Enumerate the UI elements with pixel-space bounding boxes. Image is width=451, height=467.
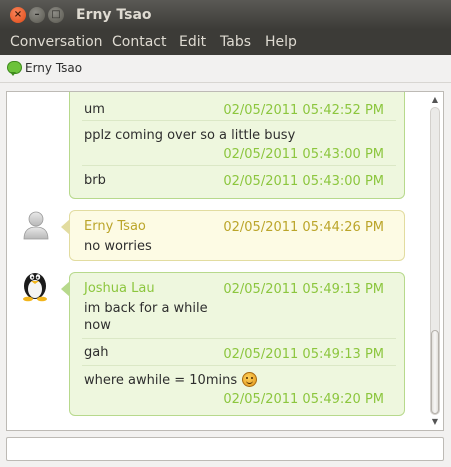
message-with-emoji: where awhile = 10mins [84,372,258,388]
menu-conversation[interactable]: Conversation [10,34,103,50]
menu-edit[interactable]: Edit [179,34,206,50]
message-text: no worries [84,239,152,254]
message-timestamp: 02/05/2011 05:42:52 PM [223,103,384,118]
message-divider [82,120,396,121]
message-input[interactable] [6,437,444,461]
message-text: where awhile = 10mins [84,373,238,388]
message-timestamp: 02/05/2011 05:49:13 PM [223,347,384,362]
maximize-window-button[interactable]: □ [48,7,64,23]
message-text: brb [84,173,106,188]
message-bubble-incoming: Erny Tsao 02/05/2011 05:44:26 PM no worr… [61,210,405,261]
conversation-history[interactable]: um 02/05/2011 05:42:52 PM pplz coming ov… [6,91,444,431]
scroll-up-icon[interactable]: ▲ [429,94,441,106]
minimize-window-button[interactable]: – [29,7,45,23]
message-timestamp: 02/05/2011 05:43:00 PM [223,147,384,162]
message-bubble-outgoing: Joshua Lau 02/05/2011 05:49:13 PM im bac… [61,272,405,416]
tab-label: Erny Tsao [25,61,83,75]
title-bar: × – □ Erny Tsao [0,0,451,30]
message-bubble-outgoing: um 02/05/2011 05:42:52 PM pplz coming ov… [69,92,405,199]
message-divider [82,338,396,339]
message-text: gah [84,345,109,360]
message-divider [82,365,396,366]
tux-avatar-icon [23,273,47,302]
window-title: Erny Tsao [76,7,152,23]
message-text: im back for a while [84,301,208,316]
message-divider [82,165,396,166]
conversation-tab[interactable]: Erny Tsao [0,55,451,83]
message-timestamp: 02/05/2011 05:43:00 PM [223,174,384,189]
message-text: um [84,102,105,117]
message-timestamp: 02/05/2011 05:49:13 PM [223,282,384,297]
chat-bubble-icon [7,61,22,76]
close-window-button[interactable]: × [10,7,26,23]
message-sender: Joshua Lau [84,281,155,296]
scroll-thumb[interactable] [431,330,439,414]
scroll-trough[interactable] [430,107,440,415]
message-text: pplz coming over so a little busy [84,128,296,143]
menu-tabs[interactable]: Tabs [220,34,251,50]
vertical-scrollbar[interactable]: ▲ ▼ [429,94,441,428]
message-text: now [84,318,111,333]
message-sender: Erny Tsao [84,219,146,234]
menu-bar: Conversation Contact Edit Tabs Help [0,30,451,55]
contact-avatar-icon [23,211,49,240]
menu-contact[interactable]: Contact [112,34,166,50]
message-timestamp: 02/05/2011 05:49:20 PM [223,392,384,407]
message-timestamp: 02/05/2011 05:44:26 PM [223,220,384,235]
smiley-icon [242,372,258,387]
menu-help[interactable]: Help [265,34,297,50]
scroll-down-icon[interactable]: ▼ [429,416,441,428]
